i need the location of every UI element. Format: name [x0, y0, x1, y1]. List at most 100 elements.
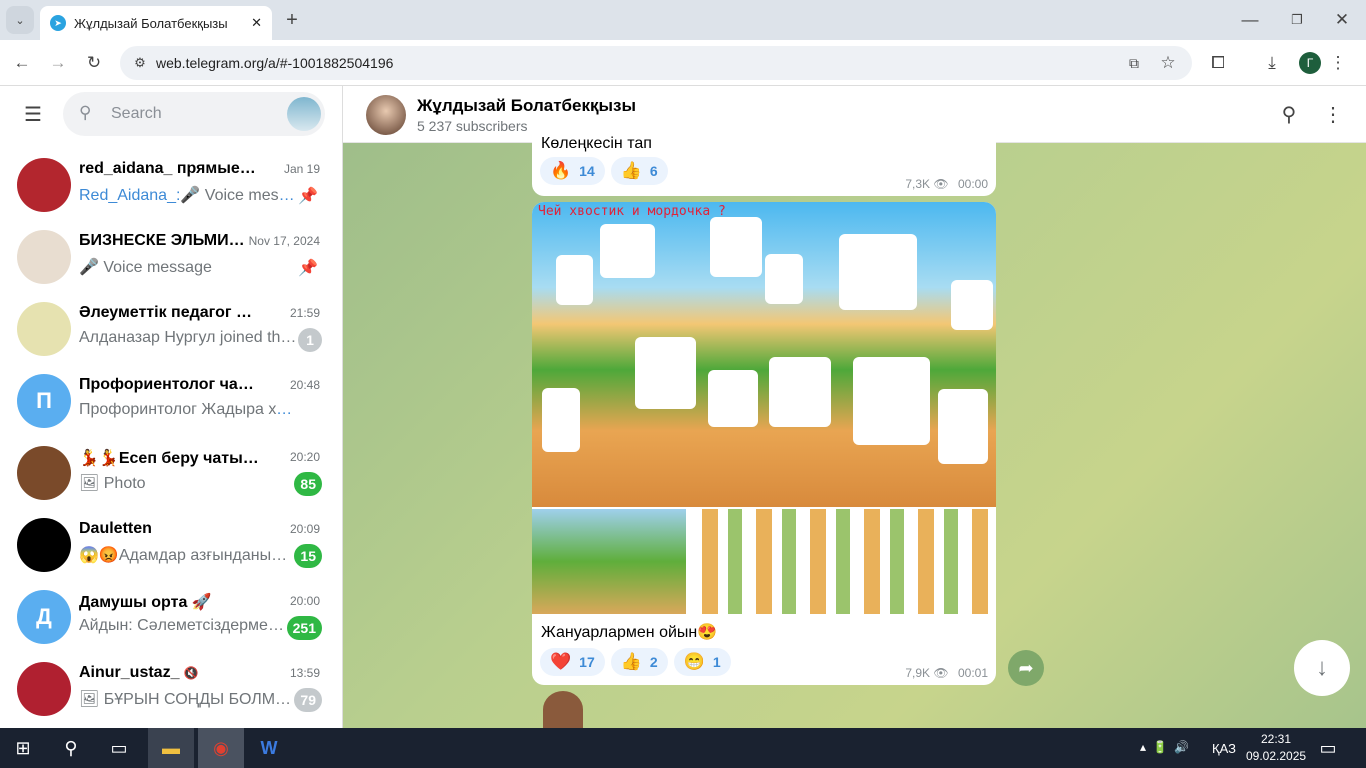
- chat-list-item[interactable]: red_aidana_ прямые … 🔇 Jan 19 Red_Aidana_:…: [0, 150, 342, 222]
- chat-list-item[interactable]: 💃💃Есеп беру чаты 💃… 20:20 🖼 Photo 85: [0, 438, 342, 510]
- chat-preview: Red_Aidana_:🎤 Voice mess…: [79, 187, 301, 204]
- chat-time: 20:20: [289, 450, 320, 464]
- pin-icon: 📌: [298, 260, 318, 277]
- chat-preview: Айдын: Сәлеметсіздерме…: [79, 617, 284, 634]
- unread-badge: 85: [294, 472, 322, 496]
- subscriber-count: 5 237 subscribers: [417, 118, 528, 134]
- scroll-down-button[interactable]: ↓: [1294, 640, 1350, 696]
- search-placeholder: Search: [111, 105, 162, 122]
- install-app-icon[interactable]: ⧉: [1120, 49, 1148, 77]
- reload-button[interactable]: ↻: [80, 49, 108, 77]
- url-text: web.telegram.org/a/#-1001882504196: [156, 55, 394, 71]
- browser-tab[interactable]: ➤ Жұлдызай Болатбекқызы ✕: [40, 6, 272, 40]
- file-explorer-icon[interactable]: ▬: [148, 728, 194, 768]
- post-main-image[interactable]: Чей хвостик и мордочка ?: [532, 202, 996, 507]
- browser-menu-icon[interactable]: ⋮: [1324, 49, 1352, 77]
- reaction-emoji-icon: ❤️: [550, 652, 572, 671]
- tab-search-button[interactable]: ⌄: [6, 6, 34, 34]
- minimize-button[interactable]: —: [1236, 6, 1264, 34]
- reaction-emoji-icon: 👍: [620, 652, 642, 671]
- search-input[interactable]: ⚲ Search: [63, 92, 325, 136]
- chat-avatar: [17, 662, 71, 716]
- chrome-icon[interactable]: ◉: [198, 728, 244, 768]
- extensions-icon[interactable]: ⧠: [1204, 49, 1232, 77]
- reaction-button[interactable]: 🔥 14: [540, 157, 605, 185]
- chat-name: БИЗНЕСКЕ ЭЛЬМИ…: [79, 232, 245, 249]
- search-taskbar-icon[interactable]: ⚲: [48, 728, 94, 768]
- post-meta: 7,3K 👁 00:00: [905, 177, 988, 191]
- post-caption: Жануарлармен ойын😍: [541, 624, 718, 641]
- chat-list-item[interactable]: Ainur_ustaz_ 🔇 13:59 🖼 БҰРЫН СОҢДЫ БОЛМ… 79: [0, 654, 342, 726]
- chat-preview: 😱😡Адамдар азғынданы…: [79, 547, 288, 564]
- task-view-icon[interactable]: ▭: [96, 728, 142, 768]
- chat-list-item[interactable]: Д Дамушы орта 🚀 20:00 Айдын: Сәлеметсіздерм…: [0, 582, 342, 654]
- language-indicator[interactable]: ҚАЗ: [1212, 741, 1236, 756]
- tab-title: Жұлдызай Болатбекқызы: [74, 15, 228, 31]
- clock[interactable]: 22:31 09.02.2025: [1246, 732, 1306, 763]
- bookmark-star-icon[interactable]: ☆: [1154, 49, 1182, 77]
- chat-name: Әлеуметтік педагог РК 🔇: [79, 304, 257, 321]
- back-button[interactable]: ←: [8, 49, 36, 77]
- profile-avatar[interactable]: Г: [1299, 52, 1321, 74]
- url-input[interactable]: ⚙ web.telegram.org/a/#-1001882504196 ⧉ ☆: [120, 46, 1192, 80]
- channel-avatar[interactable]: [366, 95, 406, 135]
- chat-preview: 🎤 Voice message: [79, 259, 212, 276]
- restore-button[interactable]: ❐: [1283, 6, 1311, 34]
- reaction-emoji-icon: 👍: [620, 161, 642, 180]
- notifications-icon[interactable]: ▭: [1305, 728, 1351, 768]
- chat-avatar: Д: [17, 590, 71, 644]
- chat-name: 💃💃Есеп беру чаты 💃…: [79, 450, 259, 467]
- reaction-count: 14: [579, 163, 595, 179]
- chat-list-item[interactable]: П Профориентолог чат “Фо… 20:48 Профоринтол…: [0, 366, 342, 438]
- unread-badge: 79: [294, 688, 322, 712]
- chat-avatar: [17, 230, 71, 284]
- search-icon: ⚲: [79, 103, 92, 122]
- forward-button[interactable]: →: [44, 49, 72, 77]
- tray-icons[interactable]: ▴ 🔋 🔊: [1140, 740, 1189, 754]
- more-options-icon[interactable]: ⋮: [1319, 100, 1347, 128]
- image-title: Чей хвостик и мордочка ?: [538, 204, 726, 219]
- chat-list-item[interactable]: Dauletten 20:09 😱😡Адамдар азғынданы… 15: [0, 510, 342, 582]
- chat-list-item[interactable]: Әлеуметтік педагог РК 🔇 21:59 Алданазар Ну…: [0, 294, 342, 366]
- chat-time: 20:09: [289, 522, 320, 536]
- view-count: 7,9K: [905, 666, 931, 680]
- clock-time: 22:31: [1260, 732, 1292, 746]
- forward-button[interactable]: ➦: [1008, 650, 1044, 686]
- close-tab-icon[interactable]: ✕: [251, 15, 262, 31]
- telegram-icon: ➤: [50, 15, 66, 31]
- chat-avatar: П: [17, 374, 71, 428]
- chat-preview: Профоринтолог Жадыра хан…: [79, 401, 301, 418]
- chat-time: 20:48: [289, 378, 320, 392]
- album-thumbnail[interactable]: [688, 509, 996, 614]
- search-icon[interactable]: ⚲: [1275, 100, 1303, 128]
- story-avatar[interactable]: [287, 97, 321, 131]
- reactions-row: 🔥 14 👍 6: [540, 157, 674, 185]
- hamburger-menu-icon[interactable]: ☰: [19, 100, 47, 128]
- chat-avatar: [17, 518, 71, 572]
- channel-title: Жұлдызай Болатбекқызы: [417, 96, 636, 115]
- site-info-icon[interactable]: ⚙: [126, 49, 154, 77]
- reaction-button[interactable]: 👍 2: [610, 648, 668, 676]
- chat-name: Ainur_ustaz_ 🔇: [79, 664, 199, 681]
- reaction-count: 6: [649, 163, 658, 179]
- reaction-button[interactable]: 😁 1: [673, 648, 731, 676]
- eye-icon: 👁: [933, 177, 949, 191]
- reactions-row: ❤️ 17 👍 2 😁 1: [540, 648, 737, 676]
- chat-list-sidebar: ☰ ⚲ Search red_aidana_ прямые … 🔇 Jan 19 R…: [0, 86, 343, 728]
- start-button[interactable]: ⊞: [0, 728, 46, 768]
- post-caption: Көлеңкесін тап: [541, 135, 652, 152]
- reaction-button[interactable]: ❤️ 17: [540, 648, 605, 676]
- chat-list-item[interactable]: БИЗНЕСКЕ ЭЛЬМИ… Nov 17, 2024 🎤 Voice messa…: [0, 222, 342, 294]
- album-thumbnail[interactable]: [532, 509, 686, 614]
- muted-icon: 🔇: [183, 666, 199, 680]
- chat-time: 21:59: [289, 306, 320, 320]
- reaction-button[interactable]: 👍 6: [610, 157, 668, 185]
- downloads-icon[interactable]: ⤓: [1258, 49, 1286, 77]
- reaction-emoji-icon: 😁: [683, 652, 705, 671]
- post-bubble: Көлеңкесін тап 🔥 14 👍 6 7,3K 👁 00:00: [532, 131, 996, 196]
- new-tab-button[interactable]: +: [278, 6, 306, 34]
- close-window-button[interactable]: ✕: [1328, 6, 1356, 34]
- word-icon[interactable]: W: [246, 728, 292, 768]
- address-bar-row: ← → ↻ ⚙ web.telegram.org/a/#-10018825041…: [0, 40, 1366, 86]
- post-bubble: Чей хвостик и мордочка ? Жануарлармен ой…: [532, 202, 996, 685]
